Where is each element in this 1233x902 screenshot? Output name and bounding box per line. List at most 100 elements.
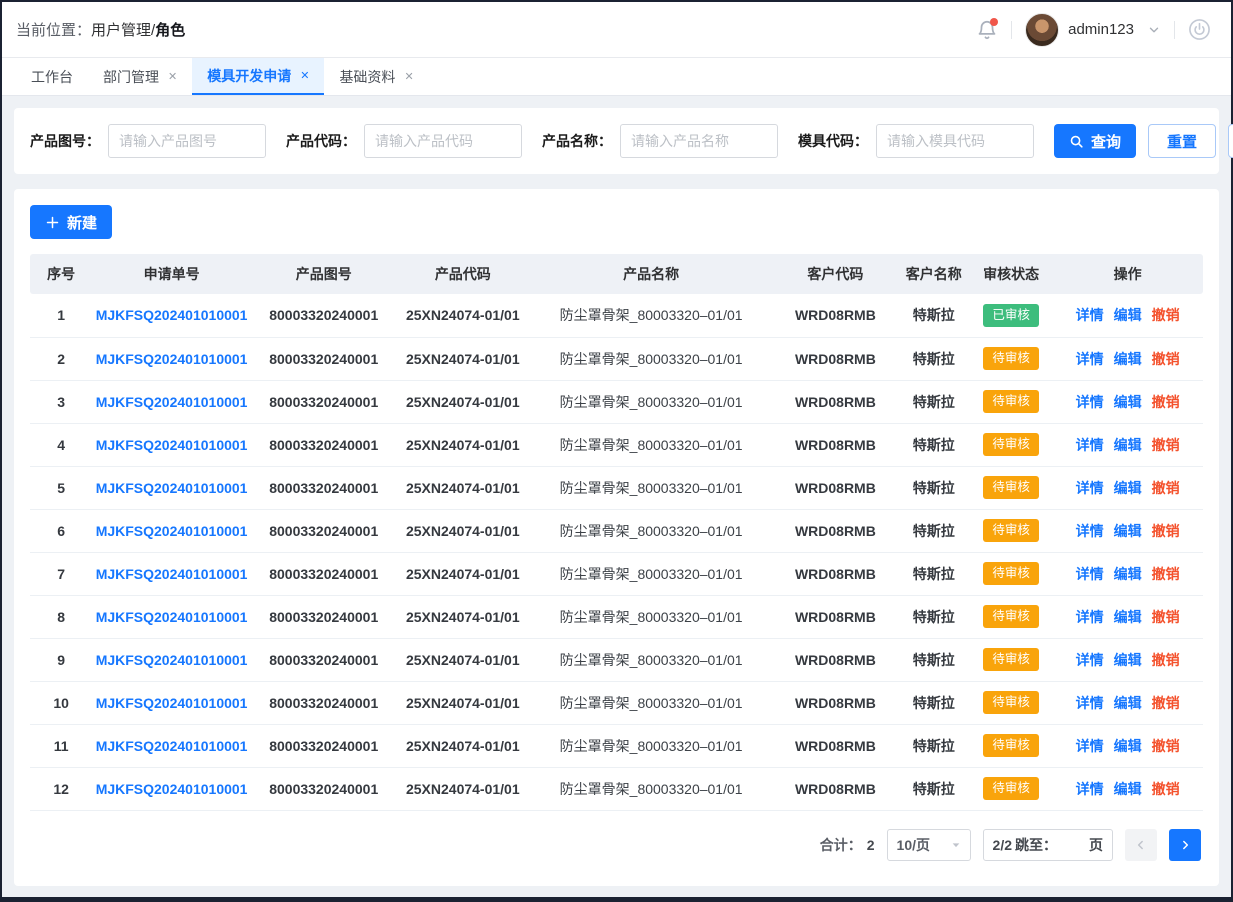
application-link[interactable]: MJKFSQ202401010001 bbox=[96, 566, 248, 582]
chevron-down-icon[interactable] bbox=[1147, 23, 1161, 37]
detail-link[interactable]: 详情 bbox=[1076, 437, 1104, 453]
avatar[interactable] bbox=[1025, 13, 1059, 47]
bell-icon[interactable] bbox=[976, 19, 998, 41]
tab-4[interactable]: 基础资料✕ bbox=[324, 58, 428, 95]
new-button[interactable]: 新建 bbox=[30, 205, 112, 239]
detail-link[interactable]: 详情 bbox=[1076, 609, 1104, 625]
cell-product-name: 防尘罩骨架_80003320–01/01 bbox=[529, 638, 773, 681]
tab-close-icon[interactable]: ✕ bbox=[168, 70, 177, 83]
edit-link[interactable]: 编辑 bbox=[1114, 652, 1142, 668]
detail-link[interactable]: 详情 bbox=[1076, 652, 1104, 668]
detail-link[interactable]: 详情 bbox=[1076, 523, 1104, 539]
cell-drawing-no: 80003320240001 bbox=[251, 466, 397, 509]
divider bbox=[1174, 21, 1175, 39]
tab-close-icon[interactable]: ✕ bbox=[300, 69, 309, 82]
detail-link[interactable]: 详情 bbox=[1076, 480, 1104, 496]
tab-2[interactable]: 部门管理✕ bbox=[88, 58, 192, 95]
breadcrumb: 当前位置：用户管理/角色 bbox=[16, 19, 185, 40]
tab-3[interactable]: 模具开发申请 ✕ bbox=[192, 58, 324, 95]
revoke-link[interactable]: 撤销 bbox=[1152, 566, 1180, 582]
total-value: 2 bbox=[867, 837, 875, 853]
cell-customer-name: 特斯拉 bbox=[898, 380, 970, 423]
cell-status: 待审核 bbox=[970, 337, 1052, 380]
edit-link[interactable]: 编辑 bbox=[1114, 738, 1142, 754]
search-button[interactable]: 查询 bbox=[1054, 124, 1136, 158]
revoke-link[interactable]: 撤销 bbox=[1152, 437, 1180, 453]
cell-seq: 12 bbox=[30, 767, 92, 810]
edit-link[interactable]: 编辑 bbox=[1114, 480, 1142, 496]
edit-link[interactable]: 编辑 bbox=[1114, 351, 1142, 367]
application-link[interactable]: MJKFSQ202401010001 bbox=[96, 307, 248, 323]
cell-application-no: MJKFSQ202401010001 bbox=[92, 509, 251, 552]
detail-link[interactable]: 详情 bbox=[1076, 307, 1104, 323]
cell-product-code: 25XN24074-01/01 bbox=[397, 724, 530, 767]
detail-link[interactable]: 详情 bbox=[1076, 781, 1104, 797]
expand-button[interactable]: 展开 bbox=[1228, 124, 1233, 158]
filter-input-3[interactable] bbox=[620, 124, 778, 158]
revoke-link[interactable]: 撤销 bbox=[1152, 738, 1180, 754]
application-link[interactable]: MJKFSQ202401010001 bbox=[96, 480, 248, 496]
revoke-link[interactable]: 撤销 bbox=[1152, 394, 1180, 410]
prev-page-button[interactable] bbox=[1125, 829, 1157, 861]
power-icon[interactable] bbox=[1188, 18, 1211, 41]
detail-link[interactable]: 详情 bbox=[1076, 695, 1104, 711]
table-row: 7MJKFSQ2024010100018000332024000125XN240… bbox=[30, 552, 1203, 595]
filter-input-1[interactable] bbox=[108, 124, 266, 158]
edit-link[interactable]: 编辑 bbox=[1114, 307, 1142, 323]
edit-link[interactable]: 编辑 bbox=[1114, 437, 1142, 453]
status-badge: 待审核 bbox=[983, 777, 1039, 800]
edit-link[interactable]: 编辑 bbox=[1114, 781, 1142, 797]
application-link[interactable]: MJKFSQ202401010001 bbox=[96, 523, 248, 539]
cell-operations: 详情编辑撤销 bbox=[1052, 423, 1203, 466]
edit-link[interactable]: 编辑 bbox=[1114, 566, 1142, 582]
cell-customer-code: WRD08RMB bbox=[773, 337, 898, 380]
revoke-link[interactable]: 撤销 bbox=[1152, 307, 1180, 323]
cell-drawing-no: 80003320240001 bbox=[251, 681, 397, 724]
edit-link[interactable]: 编辑 bbox=[1114, 394, 1142, 410]
application-link[interactable]: MJKFSQ202401010001 bbox=[96, 351, 248, 367]
cell-operations: 详情编辑撤销 bbox=[1052, 337, 1203, 380]
filter-input-2[interactable] bbox=[364, 124, 522, 158]
detail-link[interactable]: 详情 bbox=[1076, 566, 1104, 582]
tab-label: 模具开发申请 bbox=[207, 66, 291, 86]
application-link[interactable]: MJKFSQ202401010001 bbox=[96, 781, 248, 797]
cell-customer-name: 特斯拉 bbox=[898, 466, 970, 509]
cell-customer-name: 特斯拉 bbox=[898, 767, 970, 810]
pagination: 合计： 2 10/页 2/2 跳至： 页 bbox=[30, 811, 1203, 867]
application-link[interactable]: MJKFSQ202401010001 bbox=[96, 652, 248, 668]
application-link[interactable]: MJKFSQ202401010001 bbox=[96, 609, 248, 625]
cell-customer-name: 特斯拉 bbox=[898, 423, 970, 466]
cell-application-no: MJKFSQ202401010001 bbox=[92, 423, 251, 466]
revoke-link[interactable]: 撤销 bbox=[1152, 351, 1180, 367]
detail-link[interactable]: 详情 bbox=[1076, 351, 1104, 367]
edit-link[interactable]: 编辑 bbox=[1114, 695, 1142, 711]
filter-input-4[interactable] bbox=[876, 124, 1034, 158]
cell-drawing-no: 80003320240001 bbox=[251, 724, 397, 767]
application-link[interactable]: MJKFSQ202401010001 bbox=[96, 437, 248, 453]
reset-button[interactable]: 重置 bbox=[1148, 124, 1216, 158]
edit-link[interactable]: 编辑 bbox=[1114, 523, 1142, 539]
revoke-link[interactable]: 撤销 bbox=[1152, 523, 1180, 539]
revoke-link[interactable]: 撤销 bbox=[1152, 609, 1180, 625]
page-size-select[interactable]: 10/页 bbox=[887, 829, 971, 861]
breadcrumb-path: 用户管理/ bbox=[91, 22, 155, 39]
detail-link[interactable]: 详情 bbox=[1076, 394, 1104, 410]
application-link[interactable]: MJKFSQ202401010001 bbox=[96, 738, 248, 754]
status-badge: 待审核 bbox=[983, 476, 1039, 499]
application-link[interactable]: MJKFSQ202401010001 bbox=[96, 695, 248, 711]
revoke-link[interactable]: 撤销 bbox=[1152, 695, 1180, 711]
cell-status: 待审核 bbox=[970, 380, 1052, 423]
application-link[interactable]: MJKFSQ202401010001 bbox=[96, 394, 248, 410]
revoke-link[interactable]: 撤销 bbox=[1152, 781, 1180, 797]
username[interactable]: admin123 bbox=[1068, 21, 1134, 38]
next-page-button[interactable] bbox=[1169, 829, 1201, 861]
edit-link[interactable]: 编辑 bbox=[1114, 609, 1142, 625]
tab-1[interactable]: 工作台 bbox=[16, 58, 88, 95]
revoke-link[interactable]: 撤销 bbox=[1152, 480, 1180, 496]
detail-link[interactable]: 详情 bbox=[1076, 738, 1104, 754]
tab-close-icon[interactable]: ✕ bbox=[404, 70, 413, 83]
caret-down-icon bbox=[951, 840, 961, 850]
main-panel: 新建 序号申请单号产品图号产品代码产品名称客户代码客户名称审核状态操作 1MJK… bbox=[14, 189, 1219, 886]
revoke-link[interactable]: 撤销 bbox=[1152, 652, 1180, 668]
jump-page-input[interactable] bbox=[1060, 832, 1086, 858]
